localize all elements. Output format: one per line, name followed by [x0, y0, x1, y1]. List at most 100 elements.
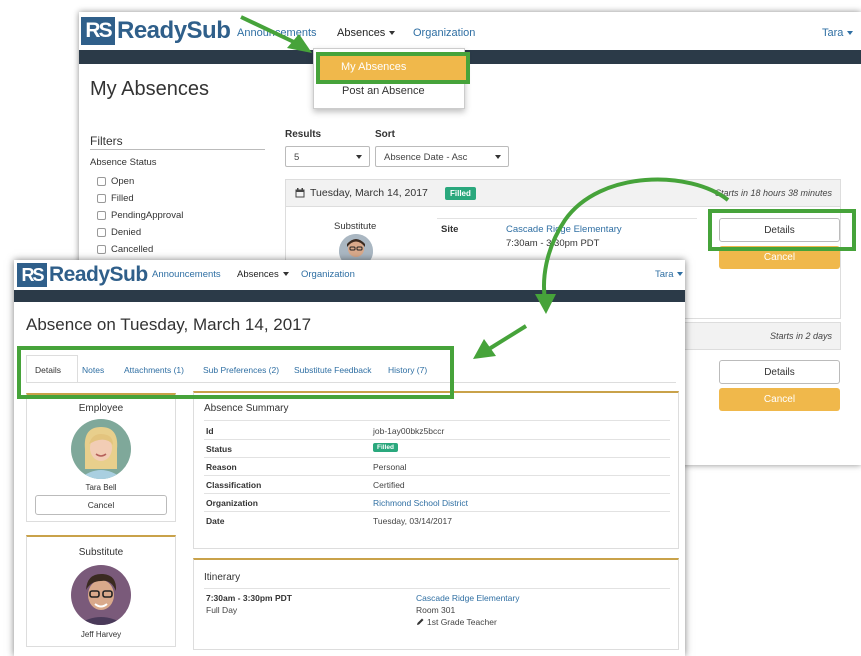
absence-status-label: Absence Status	[90, 157, 157, 168]
filters-divider	[90, 149, 265, 150]
tabs-highlight-box	[17, 346, 454, 399]
itinerary-card: Itinerary 7:30am - 3:30pm PDT Full Day C…	[193, 558, 679, 650]
absence-date: Tuesday, March 14, 2017	[310, 187, 428, 199]
summary-organization-link[interactable]: Richmond School District	[373, 498, 468, 508]
itinerary-duration: Full Day	[206, 605, 238, 615]
filter-pendingapproval-checkbox[interactable]	[97, 211, 106, 220]
details-highlight-box	[708, 209, 856, 251]
row-divider	[204, 475, 670, 476]
summary-organization-label: Organization	[206, 498, 258, 508]
summary-date-label: Date	[206, 516, 225, 526]
logo-mark: RS	[17, 263, 47, 287]
summary-date-value: Tuesday, 03/14/2017	[373, 516, 452, 526]
sort-value: Absence Date - Asc	[384, 152, 468, 163]
nav-organization[interactable]: Organization	[413, 27, 475, 39]
employee-card: Employee Tara Bell Cancel	[26, 393, 176, 522]
summary-status-label: Status	[206, 444, 232, 454]
chevron-down-icon	[495, 155, 501, 159]
filter-filled-checkbox[interactable]	[97, 194, 106, 203]
substitute-label: Substitute	[334, 221, 377, 232]
page-title: My Absences	[90, 78, 209, 100]
filter-denied-checkbox[interactable]	[97, 228, 106, 237]
absence-details-window: RS ReadySub Announcements Absences Organ…	[14, 260, 685, 656]
itinerary-position: 1st Grade Teacher	[416, 617, 497, 627]
nav-announcements[interactable]: Announcements	[152, 269, 221, 280]
pencil-icon	[417, 618, 424, 625]
nav-absences[interactable]: Absences	[237, 269, 289, 280]
summary-classification-label: Classification	[206, 480, 262, 490]
substitute-avatar	[71, 565, 131, 625]
menu-item-my-absences[interactable]: My Absences	[316, 52, 470, 84]
itinerary-time: 7:30am - 3:30pm PDT	[206, 593, 292, 603]
user-menu[interactable]: Tara	[655, 269, 684, 280]
itinerary-room: Room 301	[416, 605, 456, 615]
filter-cancelled-checkbox[interactable]	[97, 245, 106, 254]
logo-text: ReadySub	[117, 17, 231, 44]
nav-divider-bar	[14, 290, 685, 302]
summary-reason-value: Personal	[373, 462, 407, 472]
chevron-down-icon	[389, 31, 396, 36]
summary-id-label: Id	[206, 426, 214, 436]
summary-classification-value: Certified	[373, 480, 405, 490]
menu-item-post-absence[interactable]: Post an Absence	[342, 85, 425, 97]
site-link[interactable]: Cascade Ridge Elementary	[506, 224, 622, 235]
readysub-logo[interactable]: RS ReadySub	[17, 263, 148, 287]
top-navbar: RS ReadySub Announcements Absences Organ…	[79, 12, 861, 50]
row-divider	[204, 493, 670, 494]
summary-id-value: job-1ay00bkz5bccr	[373, 426, 445, 436]
site-label: Site	[441, 224, 459, 235]
nav-absences-label: Absences	[237, 269, 279, 280]
summary-title: Absence Summary	[204, 403, 289, 414]
chevron-down-icon	[847, 31, 854, 36]
sort-label: Sort	[375, 129, 395, 140]
itinerary-position-label: 1st Grade Teacher	[427, 617, 497, 627]
employee-title: Employee	[78, 403, 124, 414]
filters-title: Filters	[90, 134, 123, 148]
logo-mark: RS	[81, 17, 115, 45]
filter-cancelled-label: Cancelled	[111, 244, 154, 255]
nav-organization[interactable]: Organization	[301, 269, 355, 280]
user-menu[interactable]: Tara	[822, 27, 854, 39]
filter-open-checkbox[interactable]	[97, 177, 106, 186]
results-label: Results	[285, 129, 322, 140]
filter-filled-label: Filled	[111, 193, 134, 204]
absence-card-header: Tuesday, March 14, 2017 Filled Starts in…	[285, 179, 841, 207]
calendar-icon	[295, 188, 305, 198]
details-button-2[interactable]: Details	[719, 360, 840, 384]
employee-avatar	[71, 419, 131, 479]
summary-reason-label: Reason	[206, 462, 237, 472]
chevron-down-icon	[677, 272, 684, 277]
tutorial-screenshot: RS ReadySub Announcements Absences Organ…	[0, 0, 861, 656]
absence-summary-card: Absence Summary Id job-1ay00bkz5bccr Sta…	[193, 391, 679, 549]
substitute-title: Substitute	[78, 547, 124, 558]
user-name: Tara	[655, 269, 674, 280]
itinerary-site-link[interactable]: Cascade Ridge Elementary	[416, 593, 519, 603]
row-divider	[204, 588, 670, 589]
itinerary-title: Itinerary	[204, 572, 241, 583]
cancel-button-2[interactable]: Cancel	[719, 388, 840, 411]
employee-cancel-button[interactable]: Cancel	[35, 495, 167, 515]
substitute-card: Substitute Jeff Harvey	[26, 535, 176, 647]
results-select[interactable]: 5	[285, 146, 370, 167]
results-value: 5	[294, 152, 300, 163]
starts-in-text: Starts in 18 hours 38 minutes	[714, 188, 832, 198]
nav-announcements[interactable]: Announcements	[237, 27, 317, 39]
chevron-down-icon	[356, 155, 362, 159]
user-name: Tara	[822, 27, 844, 39]
nav-divider-bar	[79, 50, 861, 64]
absence-time: 7:30am - 3:30pm PDT	[506, 238, 600, 249]
row-divider	[437, 218, 697, 219]
nav-absences[interactable]: Absences	[337, 27, 396, 39]
status-badge: Filled	[445, 187, 476, 200]
menu-item-my-absences-label: My Absences	[341, 61, 407, 73]
row-divider	[204, 420, 670, 421]
filter-open-label: Open	[111, 176, 135, 187]
nav-absences-label: Absences	[337, 27, 386, 39]
readysub-logo[interactable]: RS ReadySub	[81, 17, 231, 45]
page-title: Absence on Tuesday, March 14, 2017	[26, 315, 312, 334]
starts-in-text-2: Starts in 2 days	[769, 331, 832, 341]
row-divider	[204, 511, 670, 512]
filter-pendingapproval-label: PendingApproval	[111, 210, 184, 221]
filter-denied-label: Denied	[111, 227, 142, 238]
sort-select[interactable]: Absence Date - Asc	[375, 146, 509, 167]
